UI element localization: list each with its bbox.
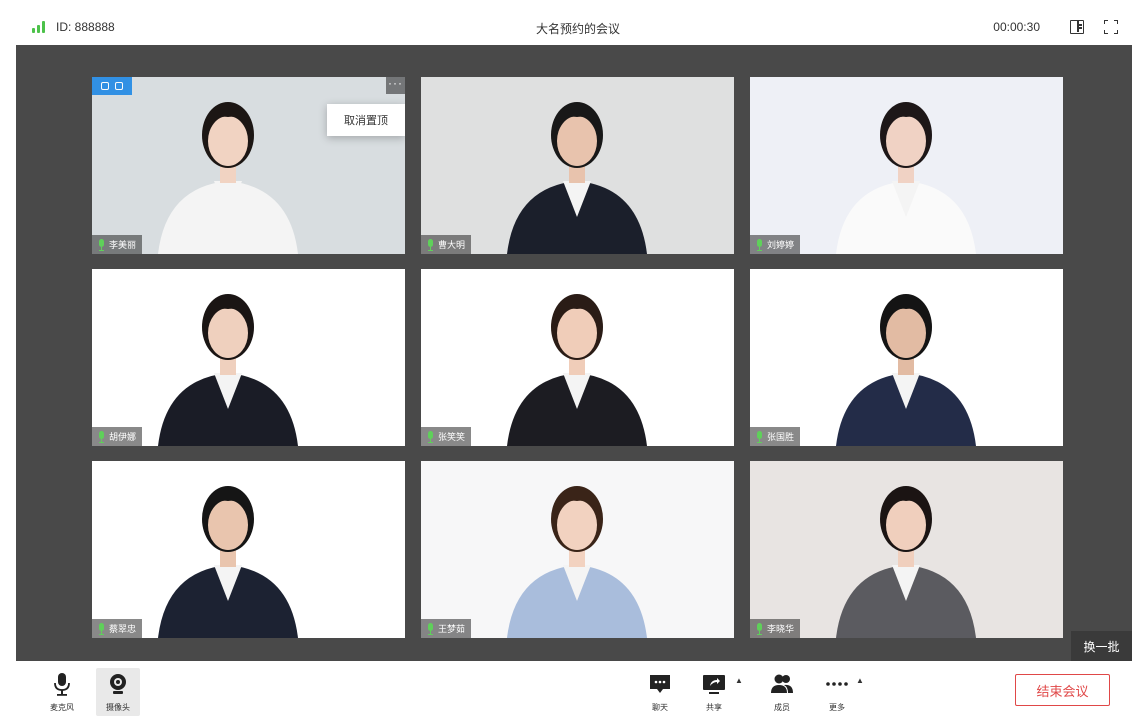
share-button[interactable]: 共享: [692, 668, 736, 716]
bottom-toolbar: 麦克风 摄像头 聊天 共享 ▲ 成员 更多 ▲ 结束会议: [0, 662, 1140, 725]
more-dots-icon: [825, 672, 849, 696]
end-meeting-button[interactable]: 结束会议: [1015, 674, 1110, 706]
more-label: 更多: [829, 703, 845, 712]
share-screen-icon: [702, 672, 726, 696]
participant-name: 王梦茹: [438, 624, 466, 634]
chat-label: 聊天: [652, 703, 668, 712]
participant-video-tile[interactable]: 曹大明: [421, 77, 734, 254]
next-batch-button[interactable]: 换一批: [1071, 631, 1132, 661]
participant-name-tag: 胡伊娜: [92, 427, 143, 446]
participant-name: 李晓华: [767, 624, 795, 634]
participant-video-feed: [750, 461, 1063, 638]
participant-name: 刘婷婷: [767, 240, 795, 250]
share-options-caret-icon[interactable]: ▲: [735, 676, 743, 685]
members-button[interactable]: 成员: [760, 668, 804, 716]
chat-button[interactable]: 聊天: [638, 668, 682, 716]
participant-name-tag: 王梦茹: [421, 619, 472, 638]
participant-video-feed: [421, 461, 734, 638]
participant-name-tag: 李晓华: [750, 619, 801, 638]
participant-video-feed: [421, 77, 734, 254]
participant-name-tag: 李美丽: [92, 235, 143, 254]
mic-active-icon: [98, 238, 105, 251]
tile-more-button[interactable]: ···: [386, 77, 405, 94]
participant-video-tile[interactable]: 胡伊娜: [92, 269, 405, 446]
mic-active-icon: [756, 430, 763, 443]
participant-name: 李美丽: [109, 240, 137, 250]
unpin-menu-item[interactable]: 取消置顶: [327, 104, 405, 136]
participant-name: 蔡翠忠: [109, 624, 137, 634]
more-options-caret-icon[interactable]: ▲: [856, 676, 864, 685]
more-button[interactable]: 更多: [815, 668, 859, 716]
participant-video-feed: [92, 461, 405, 638]
participant-name-tag: 张笑笑: [421, 427, 472, 446]
mic-label: 麦克风: [50, 703, 74, 712]
meeting-title: 大名预约的会议: [535, 22, 620, 36]
video-grid: 换一批 李美丽 ··· 取消置顶曹大明 刘婷婷胡伊娜 张笑笑 张国胜蔡翠忠 王梦茹 李晓华: [16, 45, 1132, 661]
participant-name-tag: 蔡翠忠: [92, 619, 143, 638]
layout-toggle-icon[interactable]: [1070, 20, 1084, 34]
pinned-badge-icon: [92, 77, 132, 95]
participant-video-feed: [92, 269, 405, 446]
members-label: 成员: [774, 703, 790, 712]
participant-name-tag: 刘婷婷: [750, 235, 801, 254]
title-bar: ID: 888888 大名预约的会议 00:00:30: [16, 12, 1140, 44]
camera-label: 摄像头: [106, 703, 130, 712]
participant-video-tile[interactable]: 李美丽 ··· 取消置顶: [92, 77, 405, 254]
mic-active-icon: [427, 430, 434, 443]
meeting-timer: 00:00:30: [993, 20, 1040, 34]
participant-name: 曹大明: [438, 240, 466, 250]
participant-name: 张国胜: [767, 432, 795, 442]
meeting-window: ID: 888888 大名预约的会议 00:00:30 换一批 李美丽 ··· 取消…: [0, 0, 1140, 725]
participant-video-tile[interactable]: 张国胜: [750, 269, 1063, 446]
mic-active-icon: [98, 430, 105, 443]
chat-icon: [648, 672, 672, 696]
microphone-icon: [50, 672, 74, 696]
share-label: 共享: [706, 703, 722, 712]
participant-name: 张笑笑: [438, 432, 466, 442]
mic-active-icon: [98, 622, 105, 635]
participant-video-tile[interactable]: 李晓华: [750, 461, 1063, 638]
participant-video-feed: [421, 269, 734, 446]
participant-name: 胡伊娜: [109, 432, 137, 442]
camera-icon: [106, 672, 130, 696]
participant-video-tile[interactable]: 刘婷婷: [750, 77, 1063, 254]
participant-video-feed: [750, 269, 1063, 446]
members-icon: [770, 672, 794, 696]
mic-active-icon: [756, 622, 763, 635]
mic-active-icon: [427, 622, 434, 635]
participant-video-tile[interactable]: 张笑笑: [421, 269, 734, 446]
participant-video-feed: [750, 77, 1063, 254]
participant-name-tag: 曹大明: [421, 235, 472, 254]
participant-video-tile[interactable]: 王梦茹: [421, 461, 734, 638]
mic-active-icon: [427, 238, 434, 251]
mic-button[interactable]: 麦克风: [40, 668, 84, 716]
participant-name-tag: 张国胜: [750, 427, 801, 446]
fullscreen-icon[interactable]: [1104, 20, 1118, 34]
participant-video-tile[interactable]: 蔡翠忠: [92, 461, 405, 638]
camera-button[interactable]: 摄像头: [96, 668, 140, 716]
mic-active-icon: [756, 238, 763, 251]
